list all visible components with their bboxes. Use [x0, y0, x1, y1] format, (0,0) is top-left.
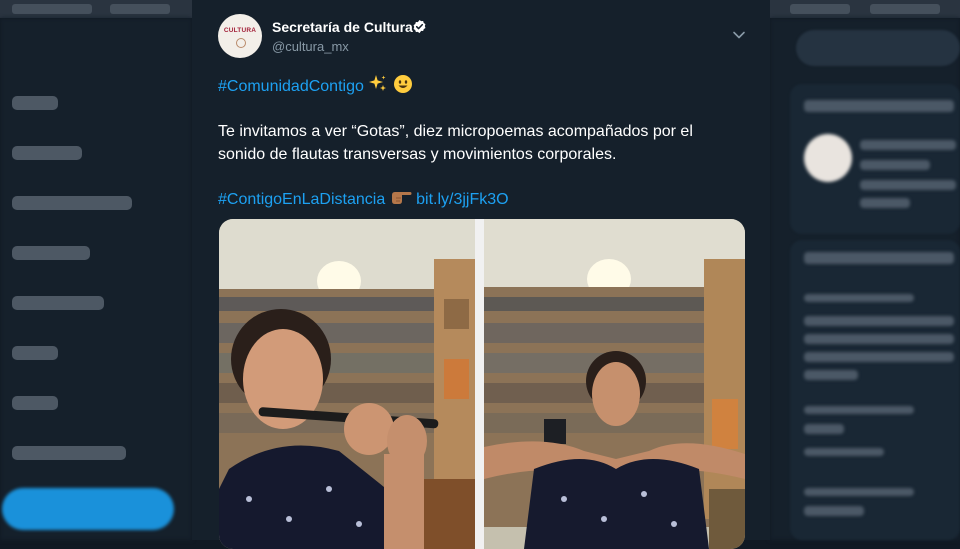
hashtag-comunidad-contigo[interactable]: #ComunidadContigo [218, 78, 364, 95]
sidebar-item[interactable] [12, 446, 126, 460]
smile-emoji [393, 75, 412, 93]
sidebar-item[interactable] [12, 396, 58, 410]
tweet-body-line: sonido de flautas transversas y movimien… [218, 146, 617, 163]
trend-meta [804, 448, 884, 456]
tweet-body-line: Te invitamos a ver “Gotas”, diez micropo… [218, 123, 693, 140]
tweet-button[interactable] [2, 488, 174, 530]
trend-meta [804, 406, 914, 414]
media-divider [475, 219, 484, 549]
suggested-account-bio [860, 198, 910, 208]
tweet-link[interactable]: bit.ly/3jjFk3O [416, 191, 508, 208]
trend-text[interactable] [804, 506, 864, 516]
browser-tab[interactable] [110, 4, 170, 14]
sidebar-item[interactable] [12, 346, 58, 360]
avatar-logo-text: CULTURA [223, 27, 257, 34]
tweet-line-link: #ContigoEnLaDistancia bit.ly/3jjFk3O [218, 187, 758, 211]
card-heading [804, 252, 954, 264]
video-pane-flutist [219, 219, 475, 549]
sidebar-item[interactable] [12, 96, 58, 110]
trend-text[interactable] [804, 352, 954, 362]
search-box[interactable] [796, 30, 960, 66]
author-name[interactable]: Secretaría de Cultura [272, 19, 413, 35]
card-heading [804, 100, 954, 112]
sidebar-item[interactable] [12, 196, 132, 210]
author-handle[interactable]: @cultura_mx [272, 39, 349, 54]
sidebar-item[interactable] [12, 296, 104, 310]
trend-meta [804, 294, 914, 302]
sidebar-item[interactable] [12, 246, 90, 260]
browser-tab[interactable] [870, 4, 940, 14]
hashtag-contigo-en-la-distancia[interactable]: #ContigoEnLaDistancia [218, 191, 385, 208]
trend-text[interactable] [804, 316, 954, 326]
browser-tab[interactable] [12, 4, 92, 14]
tweet-card[interactable]: CULTURA Secretaría de Cultura @cultura_m… [192, 0, 770, 549]
suggested-account-bio [860, 180, 956, 190]
sidebar-item[interactable] [12, 146, 82, 160]
tweet-media-video[interactable] [219, 219, 745, 549]
tweet-line-hashtags: #ComunidadContigo [218, 74, 758, 98]
avatar-logo-mark [236, 38, 246, 48]
sparkles-emoji [369, 75, 387, 91]
pointing-right-emoji [391, 192, 412, 204]
verified-badge-icon [413, 19, 426, 34]
suggested-account-avatar[interactable] [804, 134, 852, 182]
chevron-down-icon[interactable] [732, 30, 746, 40]
suggested-account-handle [860, 160, 930, 170]
trend-meta [804, 488, 914, 496]
suggested-account-name[interactable] [860, 140, 956, 150]
trend-text[interactable] [804, 424, 844, 434]
trend-text[interactable] [804, 370, 858, 380]
video-pane-dancer [484, 219, 745, 549]
author-avatar[interactable]: CULTURA [218, 14, 262, 58]
browser-tab[interactable] [790, 4, 850, 14]
trend-text[interactable] [804, 334, 954, 344]
